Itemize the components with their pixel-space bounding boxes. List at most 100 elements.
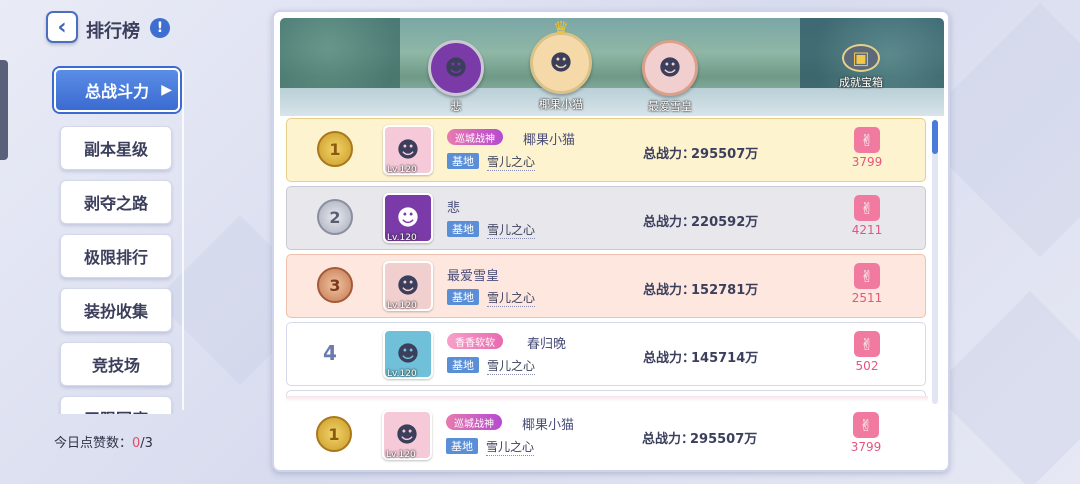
likes-today: 今日点赞数：0/3 <box>54 432 153 451</box>
player-level: Lv.120 <box>387 369 417 379</box>
podium-third[interactable]: ☻ 最爱雪皇 <box>642 40 698 114</box>
thumbs-up-icon: ✌ <box>854 127 880 153</box>
top-three-banner: ☻ 悲 ♛ ☻ 椰果小猫 ☻ 最爱雪皇 ▣ 成就宝箱 <box>280 18 944 116</box>
sidebar-item-dungeon-stars[interactable]: 副本星级 <box>60 126 172 170</box>
sidebar-item-label: 无限回廊 <box>84 406 148 414</box>
like-button[interactable]: ✌ 4211 <box>847 195 887 237</box>
power-label: 总战力： <box>643 147 696 162</box>
power-label: 总战力： <box>643 215 696 230</box>
sidebar: 总战斗力 ▶ 副本星级 剥夺之路 极限排行 装扮收集 竞技场 无限回廊 <box>52 66 192 414</box>
likes-today-total: /3 <box>140 436 153 451</box>
sidebar-item-extreme-rank[interactable]: 极限排行 <box>60 234 172 278</box>
power-value: 295507万 <box>690 432 758 447</box>
self-row-divider <box>286 396 928 402</box>
treasure-chest-icon: ▣ <box>842 44 880 72</box>
like-button[interactable]: ✌ 2511 <box>847 263 887 305</box>
player-name: 悲 <box>447 201 461 216</box>
base-tag: 基地 <box>447 153 479 169</box>
guild-name[interactable]: 雪儿之心 <box>487 221 536 239</box>
ranking-panel: ☻ 悲 ♛ ☻ 椰果小猫 ☻ 最爱雪皇 ▣ 成就宝箱 1 ☻ Lv.120 巡城… <box>272 10 950 472</box>
like-count: 3799 <box>850 440 882 454</box>
base-tag: 基地 <box>447 221 479 237</box>
player-name: 椰果小猫 <box>522 418 575 433</box>
player-level: Lv.120 <box>387 301 417 311</box>
crown-icon: ♛ <box>552 18 570 39</box>
bronze-medal-icon: 3 <box>317 267 353 303</box>
player-name: 椰果小猫 <box>523 133 576 148</box>
player-level: Lv.120 <box>387 233 417 243</box>
chevron-left-icon: ‹ <box>57 14 67 40</box>
like-button[interactable]: ✌ 502 <box>847 331 887 373</box>
like-button[interactable]: ✌ 3799 <box>846 412 886 454</box>
sidebar-item-endless-corridor[interactable]: 无限回廊 <box>60 396 172 414</box>
sidebar-item-label: 竞技场 <box>91 356 140 375</box>
guild-name[interactable]: 雪儿之心 <box>487 289 536 307</box>
table-row[interactable]: 4 ☻ Lv.120 香香软软 春归晚 基地 雪儿之心 总战力： 145714万… <box>286 322 926 386</box>
avatar: ☻ <box>530 32 592 94</box>
thumbs-up-icon: ✌ <box>854 195 880 221</box>
title-badge: 巡城战神 <box>446 414 502 430</box>
table-row[interactable]: 3 ☻ Lv.120 最爱雪皇 基地 雪儿之心 总战力： 152781万 ✌ 2… <box>286 254 926 318</box>
podium-second[interactable]: ☻ 悲 <box>428 40 484 114</box>
base-tag: 基地 <box>447 357 479 373</box>
thumbs-up-icon: ✌ <box>854 263 880 289</box>
gold-medal-icon: 1 <box>316 416 352 452</box>
guild-name[interactable]: 雪儿之心 <box>486 438 535 456</box>
power-label: 总战力： <box>642 432 695 447</box>
scrollbar-thumb[interactable] <box>932 120 938 154</box>
like-button[interactable]: ✌ 3799 <box>847 127 887 169</box>
table-row[interactable]: 1 ☻ Lv.120 巡城战神 椰果小猫 基地 雪儿之心 总战力： 295507… <box>286 118 926 182</box>
base-tag: 基地 <box>446 438 478 454</box>
guild-name[interactable]: 雪儿之心 <box>487 153 536 171</box>
gold-medal-icon: 1 <box>317 131 353 167</box>
info-icon[interactable]: ! <box>150 18 170 38</box>
sidebar-item-plunder-road[interactable]: 剥夺之路 <box>60 180 172 224</box>
player-name: 春归晚 <box>527 337 567 352</box>
podium-first[interactable]: ♛ ☻ 椰果小猫 <box>530 18 592 112</box>
sidebar-item-arena[interactable]: 竞技场 <box>60 342 172 386</box>
player-level: Lv.120 <box>387 165 417 175</box>
caret-right-icon: ▶ <box>161 82 172 98</box>
player-level: Lv.120 <box>386 450 416 460</box>
page-title: 排行榜 <box>86 21 140 42</box>
sidebar-item-costume-collection[interactable]: 装扮收集 <box>60 288 172 332</box>
avatar: ☻ <box>428 40 484 96</box>
guild-name[interactable]: 雪儿之心 <box>487 357 536 375</box>
screen-edge-handle <box>0 60 8 160</box>
table-row[interactable]: 2 ☻ Lv.120 悲 基地 雪儿之心 总战力： 220592万 ✌ 4211 <box>286 186 926 250</box>
sidebar-item-label: 总战斗力 <box>84 82 149 101</box>
like-count: 4211 <box>851 223 883 237</box>
scrollbar[interactable] <box>932 120 938 404</box>
player-name: 最爱雪皇 <box>447 269 500 284</box>
ranking-list[interactable]: 1 ☻ Lv.120 巡城战神 椰果小猫 基地 雪儿之心 总战力： 295507… <box>286 118 928 398</box>
sidebar-item-label: 极限排行 <box>83 248 148 267</box>
silver-medal-icon: 2 <box>317 199 353 235</box>
back-button[interactable]: ‹ <box>46 11 78 43</box>
power-label: 总战力： <box>643 351 696 366</box>
podium-name: 椰果小猫 <box>539 98 583 111</box>
sidebar-item-label: 副本星级 <box>83 140 148 159</box>
sidebar-item-label: 剥夺之路 <box>83 194 148 213</box>
podium-name: 悲 <box>450 100 462 113</box>
thumbs-up-icon: ✌ <box>853 412 879 438</box>
sidebar-item-label: 装扮收集 <box>83 302 148 321</box>
title-badge: 香香软软 <box>447 333 503 349</box>
power-label: 总战力： <box>643 283 696 298</box>
podium-name: 最爱雪皇 <box>648 100 692 113</box>
rank-number: 4 <box>323 341 337 365</box>
avatar: ☻ <box>642 40 698 96</box>
sidebar-item-total-power[interactable]: 总战斗力 ▶ <box>54 68 180 112</box>
title-badge: 巡城战神 <box>447 129 503 145</box>
base-tag: 基地 <box>447 289 479 305</box>
like-count: 502 <box>855 359 879 373</box>
likes-today-label: 今日点赞数： <box>54 436 133 451</box>
power-value: 295507万 <box>691 147 759 162</box>
like-count: 3799 <box>851 155 883 169</box>
like-count: 2511 <box>851 291 883 305</box>
power-value: 152781万 <box>691 283 759 298</box>
power-value: 145714万 <box>691 351 759 366</box>
achievement-chest-button[interactable]: ▣ 成就宝箱 <box>836 44 886 90</box>
chest-label: 成就宝箱 <box>839 76 883 89</box>
power-value: 220592万 <box>691 215 759 230</box>
my-ranking-row[interactable]: 1 ☻ Lv.120 巡城战神 椰果小猫 基地 雪儿之心 总战力： 295507… <box>286 404 926 468</box>
